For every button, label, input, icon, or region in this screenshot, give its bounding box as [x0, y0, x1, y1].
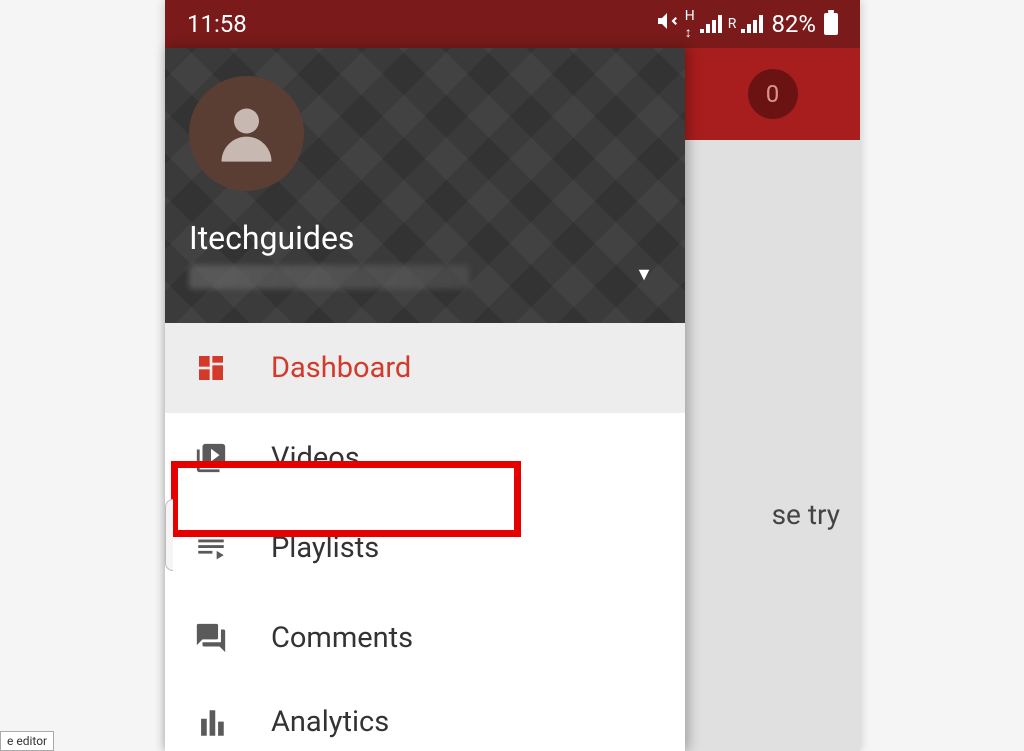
- videos-icon: [193, 440, 229, 476]
- status-icons-cluster: H↕ R: [655, 8, 764, 41]
- badge-count: 0: [766, 80, 780, 108]
- content-area: 0 se try Itechguides ▼ Dashboard: [165, 48, 860, 751]
- app-header-bar: 0: [685, 48, 860, 140]
- comments-icon: [193, 620, 229, 656]
- playlists-icon: [193, 530, 229, 566]
- battery-percentage: 82%: [771, 10, 816, 38]
- nav-item-analytics[interactable]: Analytics: [165, 683, 685, 743]
- network-h-icon: H↕: [685, 8, 694, 41]
- nav-item-playlists[interactable]: Playlists: [165, 503, 685, 593]
- chevron-down-icon[interactable]: ▼: [635, 264, 653, 285]
- signal-bars-icon-2: [741, 15, 763, 33]
- notification-badge[interactable]: 0: [748, 69, 798, 119]
- nav-item-videos[interactable]: Videos: [165, 413, 685, 503]
- background-partial-text: se try: [772, 498, 840, 531]
- dashboard-icon: [193, 350, 229, 386]
- drawer-username: Itechguides: [189, 219, 661, 257]
- vibrate-mute-icon: [655, 9, 679, 39]
- phone-frame: 11:58 H↕ R 82%: [165, 0, 860, 751]
- nav-label: Analytics: [271, 705, 389, 739]
- battery-icon: [824, 13, 838, 35]
- nav-item-comments[interactable]: Comments: [165, 593, 685, 683]
- analytics-icon: [193, 705, 229, 741]
- nav-label: Videos: [271, 441, 360, 475]
- status-right: H↕ R 82%: [655, 8, 838, 41]
- network-r-icon: R: [728, 16, 736, 32]
- drawer-header[interactable]: Itechguides ▼: [165, 48, 685, 323]
- nav-item-dashboard[interactable]: Dashboard: [165, 323, 685, 413]
- status-time: 11:58: [187, 10, 247, 38]
- nav-label: Comments: [271, 621, 413, 655]
- scroll-hint-tab: [165, 499, 173, 571]
- background-panel: 0 se try: [685, 48, 860, 751]
- editor-corner-tag: e editor: [0, 731, 54, 751]
- drawer-email-blurred: [189, 265, 469, 289]
- nav-label: Dashboard: [271, 351, 411, 385]
- status-bar: 11:58 H↕ R 82%: [165, 0, 860, 48]
- nav-label: Playlists: [271, 531, 379, 565]
- navigation-drawer: Itechguides ▼ Dashboard Videos: [165, 48, 685, 751]
- signal-bars-icon: [700, 15, 722, 33]
- avatar: [189, 76, 304, 191]
